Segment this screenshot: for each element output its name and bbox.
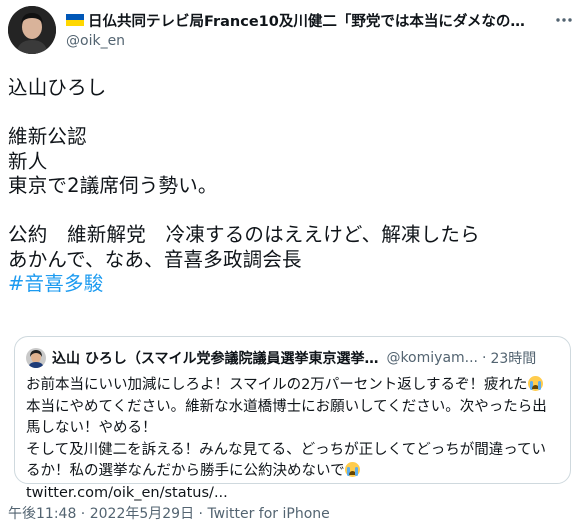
tweet-metadata: 午後11:48 · 2022年5月29日 · Twitter for iPhon… bbox=[8, 503, 330, 523]
quoted-line: そして及川健二を訴える！みんな見てる、どっちが正しくてどっちが間違ってい bbox=[26, 441, 546, 458]
author-names: 日仏共同テレビ局France10及川健二「野党では本当にダメなの… @oik_e… bbox=[66, 10, 536, 49]
quoted-tweet-time[interactable]: 23時間 bbox=[490, 348, 536, 368]
quoted-author-avatar[interactable] bbox=[26, 348, 46, 368]
tweet-line: 維新公認 bbox=[8, 125, 87, 148]
quoted-author-name[interactable]: 込山 ひろし（スマイル党参議院議員選挙東京選挙… bbox=[52, 348, 378, 368]
author-handle[interactable]: @oik_en bbox=[66, 33, 536, 49]
quoted-tweet-text: お前本当にいい加減にしろよ！スマイルの2万パーセント返しするぞ！疲れた 本当にや… bbox=[26, 375, 561, 504]
tweet-line: 東京で2議席伺う勢い。 bbox=[8, 174, 218, 197]
separator-dot: · bbox=[194, 506, 208, 522]
quoted-line: るか！私の選挙なんだから勝手に公約決めないで bbox=[26, 463, 345, 479]
display-name-row[interactable]: 日仏共同テレビ局France10及川健二「野党では本当にダメなの… bbox=[66, 10, 536, 30]
separator-dot: · bbox=[482, 350, 487, 366]
tweet-line: 公約 維新解党 冷凍するのはええけど、解凍したら bbox=[8, 223, 480, 246]
tweet-date[interactable]: 2022年5月29日 bbox=[90, 506, 194, 522]
author-avatar[interactable] bbox=[8, 6, 56, 54]
quoted-line: お前本当にいい加減にしろよ！スマイルの2万パーセント返しするぞ！疲れた bbox=[26, 377, 528, 393]
tweet-header: 日仏共同テレビ局France10及川健二「野党では本当にダメなの… @oik_e… bbox=[8, 6, 578, 58]
tweet-source[interactable]: Twitter for iPhone bbox=[207, 506, 329, 522]
tweet-line: 込山ひろし bbox=[8, 76, 107, 99]
crying-face-emoji-icon bbox=[344, 462, 360, 477]
tweet-text: 込山ひろし 維新公認 新人 東京で2議席伺う勢い。 公約 維新解党 冷凍するのは… bbox=[8, 76, 578, 297]
hashtag-link[interactable]: #音喜多駿 bbox=[8, 272, 103, 295]
quoted-line: 馬しない！やめる！ bbox=[26, 420, 157, 436]
crying-face-emoji-icon bbox=[527, 376, 543, 391]
tweet-line: あかんで、なあ、音喜多政調会長 bbox=[8, 247, 302, 271]
quoted-line: 本当にやめてください。維新な水道橋博士にお願いしてください。次やったら出 bbox=[26, 398, 547, 415]
quoted-author-handle[interactable]: @komiyam... bbox=[386, 350, 478, 366]
tweet-time[interactable]: 午後11:48 bbox=[8, 506, 76, 522]
quoted-tweet[interactable]: 込山 ひろし（スマイル党参議院議員選挙東京選挙… @komiyam... · 2… bbox=[14, 336, 571, 501]
ukraine-flag-icon bbox=[66, 14, 84, 26]
more-icon[interactable] bbox=[554, 10, 574, 30]
tweet-line: 新人 bbox=[8, 149, 48, 173]
quoted-tweet-header: 込山 ひろし（スマイル党参議院議員選挙東京選挙… @komiyam... · 2… bbox=[26, 347, 560, 369]
separator-dot: · bbox=[76, 506, 90, 522]
author-display-name[interactable]: 日仏共同テレビ局France10及川健二「野党では本当にダメなの… bbox=[88, 10, 525, 30]
